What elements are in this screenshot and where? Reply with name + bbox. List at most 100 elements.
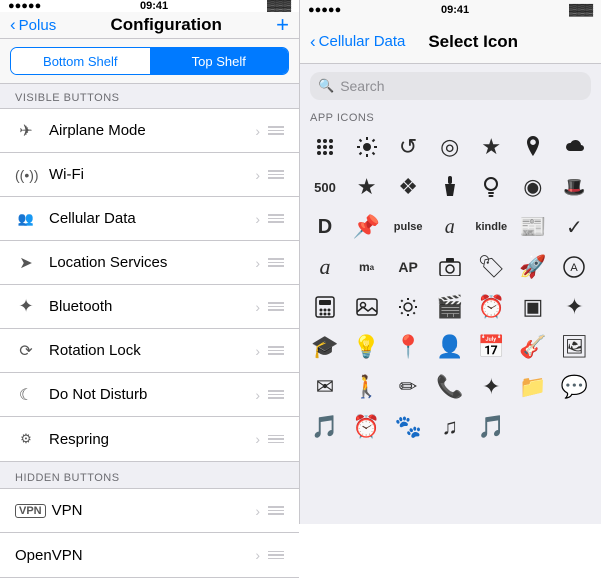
icon-map-pin[interactable]: 📍	[389, 328, 427, 366]
wifi-right: ›	[255, 167, 284, 183]
dnd-right: ›	[255, 387, 284, 403]
icon-gear-complex[interactable]	[389, 288, 427, 326]
icon-video[interactable]: 🎬	[431, 288, 469, 326]
reorder-icon[interactable]	[268, 390, 284, 399]
icon-graduation[interactable]: 🎓	[306, 328, 344, 366]
reorder-icon[interactable]	[268, 551, 284, 560]
icon-clock[interactable]: ⏰	[472, 288, 510, 326]
icon-d[interactable]: D	[306, 208, 344, 246]
back-label-left: Polus	[19, 17, 57, 34]
visible-buttons-list: ✈ Airplane Mode › ((•)) Wi-Fi › 👥 Cellul…	[0, 108, 299, 462]
reorder-icon[interactable]	[268, 258, 284, 267]
icon-folder[interactable]: 📁	[514, 368, 552, 406]
list-item-cellular[interactable]: 👥 Cellular Data ›	[0, 197, 299, 241]
icon-reel[interactable]: ◎	[431, 128, 469, 166]
reorder-icon[interactable]	[268, 126, 284, 135]
icon-music2[interactable]: 🎵	[472, 408, 510, 446]
icon-mail[interactable]: ✉	[306, 368, 344, 406]
icon-picture[interactable]: 🖼	[555, 328, 593, 366]
icon-camera-retro[interactable]	[431, 248, 469, 286]
icon-location-pin[interactable]	[514, 128, 552, 166]
list-item-wifi[interactable]: ((•)) Wi-Fi ›	[0, 153, 299, 197]
icon-checkmark[interactable]: ✓	[555, 208, 593, 246]
icon-ap[interactable]: AP	[389, 248, 427, 286]
chevron-icon: ›	[255, 503, 260, 519]
icon-idea[interactable]	[472, 168, 510, 206]
reorder-icon[interactable]	[268, 170, 284, 179]
icon-amazon[interactable]: a	[431, 208, 469, 246]
chevron-icon: ›	[255, 255, 260, 271]
icon-sparkle[interactable]: ✦	[555, 288, 593, 326]
vpn-right: ›	[255, 503, 284, 519]
segment-bottom-shelf[interactable]: Bottom Shelf	[11, 48, 150, 74]
icon-musixmatch[interactable]: ma	[348, 248, 386, 286]
icon-sun[interactable]	[348, 128, 386, 166]
location-right: ›	[255, 255, 284, 271]
icon-pulse-text[interactable]: pulse	[389, 208, 427, 246]
icon-star[interactable]: ★	[472, 128, 510, 166]
icons-grid-wrapper: ↺ ◎ ★ 500 ★ ❖ ◉ 🎩 D 📌 pulse a kindle 📰 ✓…	[300, 128, 601, 524]
search-bar[interactable]: 🔍 Search	[310, 72, 591, 100]
list-item-respring[interactable]: ⚙ Respring ›	[0, 417, 299, 461]
reorder-icon[interactable]	[268, 214, 284, 223]
icon-photo[interactable]	[348, 288, 386, 326]
list-item-vpn[interactable]: VPN VPN ›	[0, 489, 299, 533]
icon-rocket[interactable]: 🚀	[514, 248, 552, 286]
list-item-bluetooth[interactable]: ✦ Bluetooth ›	[0, 285, 299, 329]
list-item-location[interactable]: ➤ Location Services ›	[0, 241, 299, 285]
icon-music[interactable]: 🎵	[306, 408, 344, 446]
icon-chat[interactable]: 💬	[555, 368, 593, 406]
bluetooth-right: ›	[255, 299, 284, 315]
icon-tag[interactable]: 🏷	[472, 248, 510, 286]
icon-grid[interactable]	[306, 128, 344, 166]
icon-layers[interactable]: ❖	[389, 168, 427, 206]
icon-star-spark[interactable]: ✦	[472, 368, 510, 406]
icon-cloud[interactable]	[555, 128, 593, 166]
bluetooth-icon: ✦	[15, 296, 37, 317]
icon-guitar[interactable]: 🎸	[514, 328, 552, 366]
list-item-airplane[interactable]: ✈ Airplane Mode ›	[0, 109, 299, 153]
icon-kindle[interactable]: kindle	[472, 208, 510, 246]
icon-bookmark-star[interactable]: ★	[348, 168, 386, 206]
icon-500px[interactable]: 500	[306, 168, 344, 206]
reorder-icon[interactable]	[268, 435, 284, 444]
icon-flashlight[interactable]	[431, 168, 469, 206]
icon-calendar[interactable]: 📅	[472, 328, 510, 366]
reorder-icon[interactable]	[268, 346, 284, 355]
list-item-openvpn[interactable]: OpenVPN ›	[0, 533, 299, 577]
icon-newspaper[interactable]: 📰	[514, 208, 552, 246]
icon-script-a[interactable]: a	[306, 248, 344, 286]
icon-notes[interactable]: ♫	[431, 408, 469, 446]
nav-title-right: Select Icon	[428, 32, 518, 52]
back-button-right[interactable]: ‹ Cellular Data	[310, 32, 405, 52]
icon-hat[interactable]: 🎩	[555, 168, 593, 206]
icon-person[interactable]: 👤	[431, 328, 469, 366]
segment-top-shelf[interactable]: Top Shelf	[150, 48, 289, 74]
icon-pushpin[interactable]: 📌	[348, 208, 386, 246]
icon-paw[interactable]: 🐾	[389, 408, 427, 446]
list-item-rotation[interactable]: ⟳ Rotation Lock ›	[0, 329, 299, 373]
icon-refresh[interactable]: ↺	[389, 128, 427, 166]
add-button[interactable]: +	[276, 12, 289, 38]
chevron-icon: ›	[255, 123, 260, 139]
icon-calculator[interactable]	[306, 288, 344, 326]
cellular-icon: 👥	[15, 211, 37, 227]
chevron-icon: ›	[255, 387, 260, 403]
icon-person-walk[interactable]: 🚶	[348, 368, 386, 406]
chevron-icon: ›	[255, 167, 260, 183]
icon-phone[interactable]: 📞	[431, 368, 469, 406]
icon-appstore[interactable]: A	[555, 248, 593, 286]
reorder-icon[interactable]	[268, 506, 284, 515]
icon-pencil[interactable]: ✏	[389, 368, 427, 406]
icon-book[interactable]: ▣	[514, 288, 552, 326]
back-button-left[interactable]: ‹ Polus	[10, 15, 56, 35]
time-right: 09:41	[441, 4, 469, 16]
icon-lamp[interactable]: 💡	[348, 328, 386, 366]
nav-title-left: Configuration	[110, 15, 221, 35]
icon-circle-q[interactable]: ◉	[514, 168, 552, 206]
chevron-icon: ›	[255, 299, 260, 315]
rotation-icon: ⟳	[15, 341, 37, 361]
reorder-icon[interactable]	[268, 302, 284, 311]
icon-timer[interactable]: ⏰	[348, 408, 386, 446]
list-item-dnd[interactable]: ☾ Do Not Disturb ›	[0, 373, 299, 417]
